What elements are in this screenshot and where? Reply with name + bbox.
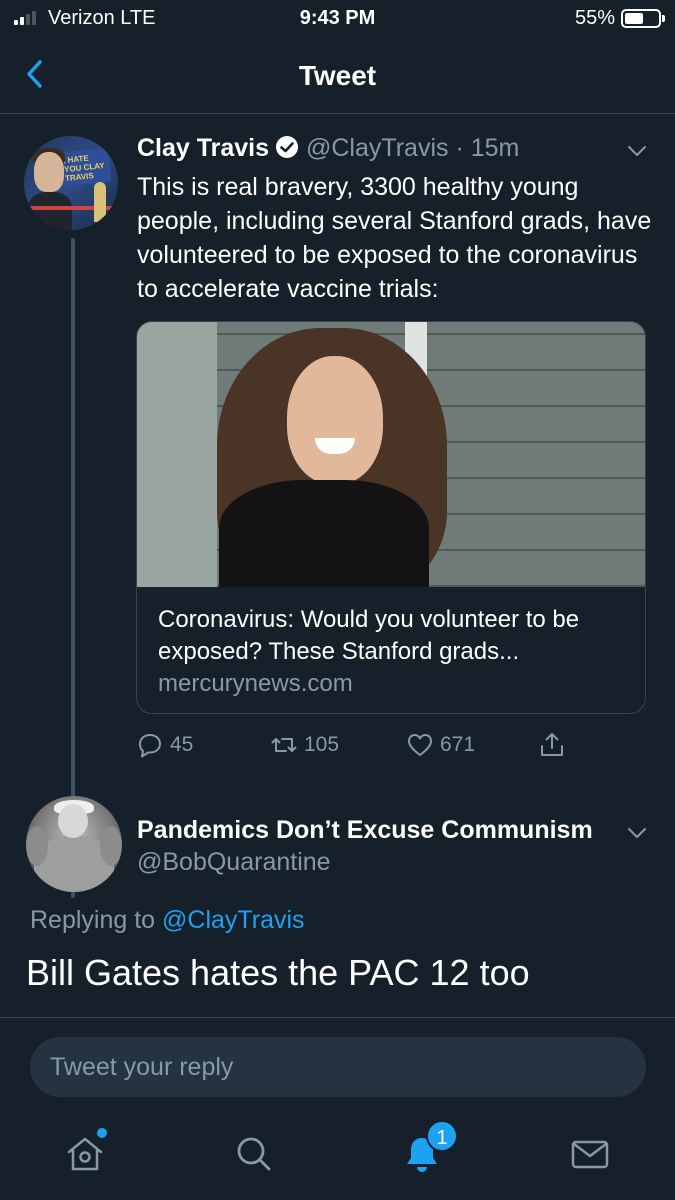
chevron-down-icon <box>628 828 646 838</box>
tweet-menu-button[interactable] <box>624 138 650 164</box>
like-count: 671 <box>440 733 476 756</box>
tab-notifications[interactable]: 1 <box>400 1120 458 1176</box>
tab-bar: 1 <box>0 1110 675 1200</box>
author-handle[interactable]: @ClayTravis <box>306 134 449 162</box>
reply-avatar[interactable] <box>26 796 122 892</box>
replying-to-label: Replying to <box>30 906 156 934</box>
replying-to-line: Replying to @ClayTravis <box>30 906 305 935</box>
heart-icon <box>408 734 432 756</box>
reply-menu-button[interactable] <box>624 820 650 846</box>
reply-icon <box>139 734 161 758</box>
reply-button[interactable]: 45 <box>136 728 193 762</box>
share-button[interactable] <box>538 728 572 762</box>
battery-percentage: 55% <box>574 7 615 29</box>
reply-author-name[interactable]: Pandemics Don’t Excuse Communism <box>137 816 593 845</box>
search-icon <box>237 1137 271 1171</box>
status-bar: Verizon LTE 9:43 PM 55% <box>0 0 675 38</box>
navigation-bar: Tweet <box>0 38 675 114</box>
share-icon <box>541 733 563 756</box>
card-image <box>137 322 645 587</box>
tweet-timestamp: · 15m <box>455 134 520 162</box>
retweet-icon <box>271 738 297 752</box>
reply-author-handle[interactable]: @BobQuarantine <box>137 848 331 877</box>
tweet-actions: 45 105 671 <box>136 728 656 762</box>
tab-search[interactable] <box>232 1132 276 1176</box>
verified-badge-icon <box>276 136 299 158</box>
like-button[interactable]: 671 <box>406 728 475 762</box>
clock: 9:43 PM <box>299 7 376 29</box>
card-title: Coronavirus: Would you volunteer to be e… <box>158 606 580 665</box>
notification-badge: 1 <box>426 1120 458 1152</box>
chevron-down-icon <box>628 146 646 156</box>
page-title: Tweet <box>298 60 377 91</box>
reply-input[interactable] <box>50 1037 620 1097</box>
card-domain: mercurynews.com <box>158 670 353 697</box>
avatar[interactable]: I HATE YOU CLAY TRAVIS <box>24 136 118 230</box>
battery-icon <box>621 9 665 28</box>
avatar-sign: I HATE YOU CLAY TRAVIS <box>58 147 112 187</box>
tweet-text: This is real bravery, 3300 healthy young… <box>137 173 652 303</box>
tab-messages[interactable] <box>568 1132 612 1176</box>
tweet-header: Clay Travis @ClayTravis · 15m <box>137 134 519 163</box>
author-name[interactable]: Clay Travis <box>137 134 269 162</box>
reply-count: 45 <box>170 733 194 756</box>
new-content-indicator <box>97 1128 107 1138</box>
tab-home[interactable] <box>63 1128 107 1176</box>
replying-to-mention[interactable]: @ClayTravis <box>162 906 305 934</box>
retweet-count: 105 <box>304 733 340 756</box>
retweet-button[interactable]: 105 <box>270 728 339 762</box>
home-icon <box>67 1137 103 1171</box>
reply-text: Bill Gates hates the PAC 12 too <box>26 952 530 993</box>
messages-icon <box>571 1140 609 1169</box>
link-preview-card[interactable]: Coronavirus: Would you volunteer to be e… <box>136 321 646 714</box>
reply-compose-box[interactable] <box>30 1037 646 1097</box>
